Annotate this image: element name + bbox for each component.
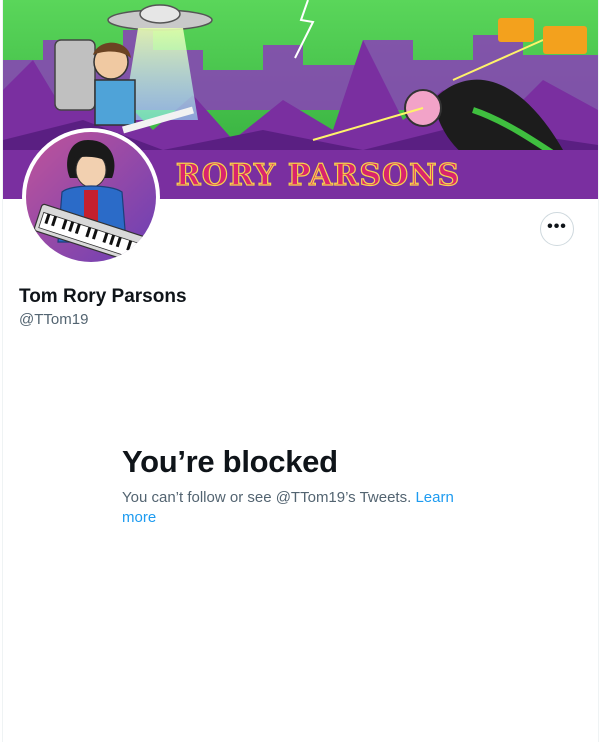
blocked-message-text: You can’t follow or see @TTom19’s Tweets… bbox=[122, 489, 412, 506]
profile-avatar[interactable] bbox=[22, 128, 160, 266]
profile-display-name: Tom Rory Parsons bbox=[19, 286, 187, 307]
more-options-button[interactable]: ••• bbox=[540, 212, 574, 246]
profile-handle: @TTom19 bbox=[19, 311, 89, 328]
profile-page: RORY PARSONS ••• Tom Rory Parsons @TTom1… bbox=[0, 0, 601, 742]
blocked-title: You’re blocked bbox=[122, 444, 338, 479]
avatar-image bbox=[26, 132, 156, 262]
banner-title: RORY PARSONS bbox=[176, 158, 460, 193]
column-divider-right bbox=[598, 0, 599, 742]
more-horizontal-icon: ••• bbox=[547, 217, 567, 235]
blocked-message: You can’t follow or see @TTom19’s Tweets… bbox=[122, 488, 472, 528]
